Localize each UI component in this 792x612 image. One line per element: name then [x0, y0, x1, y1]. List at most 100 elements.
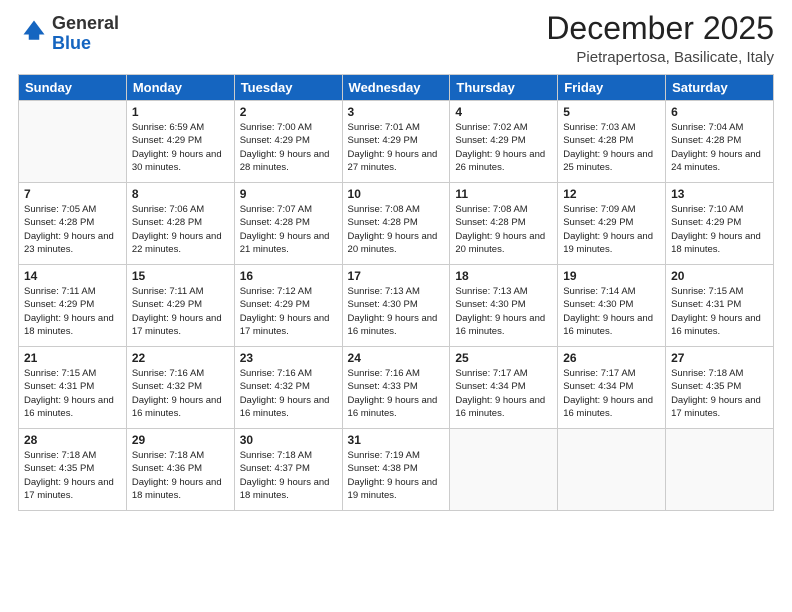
day-info: Sunrise: 7:08 AMSunset: 4:28 PMDaylight:…: [348, 204, 438, 255]
calendar-week-row: 1 Sunrise: 6:59 AMSunset: 4:29 PMDayligh…: [19, 101, 774, 183]
day-number: 5: [563, 105, 660, 119]
table-row: [450, 429, 558, 511]
table-row: 28 Sunrise: 7:18 AMSunset: 4:35 PMDaylig…: [19, 429, 127, 511]
day-number: 18: [455, 269, 552, 283]
header: General Blue December 2025 Pietrapertosa…: [18, 10, 774, 66]
day-info: Sunrise: 7:03 AMSunset: 4:28 PMDaylight:…: [563, 122, 653, 173]
day-number: 29: [132, 433, 229, 447]
day-number: 4: [455, 105, 552, 119]
day-info: Sunrise: 7:00 AMSunset: 4:29 PMDaylight:…: [240, 122, 330, 173]
page: General Blue December 2025 Pietrapertosa…: [0, 0, 792, 612]
day-number: 31: [348, 433, 445, 447]
day-info: Sunrise: 7:05 AMSunset: 4:28 PMDaylight:…: [24, 204, 114, 255]
day-number: 2: [240, 105, 337, 119]
day-info: Sunrise: 7:16 AMSunset: 4:33 PMDaylight:…: [348, 368, 438, 419]
day-number: 21: [24, 351, 121, 365]
day-number: 1: [132, 105, 229, 119]
day-number: 7: [24, 187, 121, 201]
logo-text: General Blue: [52, 14, 119, 54]
day-info: Sunrise: 7:17 AMSunset: 4:34 PMDaylight:…: [455, 368, 545, 419]
day-number: 15: [132, 269, 229, 283]
col-thursday: Thursday: [450, 75, 558, 101]
calendar-week-row: 28 Sunrise: 7:18 AMSunset: 4:35 PMDaylig…: [19, 429, 774, 511]
day-number: 9: [240, 187, 337, 201]
day-number: 27: [671, 351, 768, 365]
logo: General Blue: [18, 14, 119, 54]
day-info: Sunrise: 7:16 AMSunset: 4:32 PMDaylight:…: [132, 368, 222, 419]
table-row: 26 Sunrise: 7:17 AMSunset: 4:34 PMDaylig…: [558, 347, 666, 429]
day-number: 20: [671, 269, 768, 283]
day-number: 6: [671, 105, 768, 119]
table-row: 31 Sunrise: 7:19 AMSunset: 4:38 PMDaylig…: [342, 429, 450, 511]
table-row: 29 Sunrise: 7:18 AMSunset: 4:36 PMDaylig…: [126, 429, 234, 511]
table-row: 1 Sunrise: 6:59 AMSunset: 4:29 PMDayligh…: [126, 101, 234, 183]
calendar-week-row: 7 Sunrise: 7:05 AMSunset: 4:28 PMDayligh…: [19, 183, 774, 265]
day-info: Sunrise: 7:14 AMSunset: 4:30 PMDaylight:…: [563, 286, 653, 337]
table-row: 8 Sunrise: 7:06 AMSunset: 4:28 PMDayligh…: [126, 183, 234, 265]
table-row: [558, 429, 666, 511]
table-row: 30 Sunrise: 7:18 AMSunset: 4:37 PMDaylig…: [234, 429, 342, 511]
day-info: Sunrise: 7:01 AMSunset: 4:29 PMDaylight:…: [348, 122, 438, 173]
day-info: Sunrise: 7:17 AMSunset: 4:34 PMDaylight:…: [563, 368, 653, 419]
day-number: 12: [563, 187, 660, 201]
table-row: [666, 429, 774, 511]
calendar-week-row: 21 Sunrise: 7:15 AMSunset: 4:31 PMDaylig…: [19, 347, 774, 429]
calendar-week-row: 14 Sunrise: 7:11 AMSunset: 4:29 PMDaylig…: [19, 265, 774, 347]
table-row: 11 Sunrise: 7:08 AMSunset: 4:28 PMDaylig…: [450, 183, 558, 265]
day-number: 28: [24, 433, 121, 447]
day-info: Sunrise: 7:18 AMSunset: 4:36 PMDaylight:…: [132, 450, 222, 501]
day-number: 16: [240, 269, 337, 283]
table-row: 6 Sunrise: 7:04 AMSunset: 4:28 PMDayligh…: [666, 101, 774, 183]
table-row: 12 Sunrise: 7:09 AMSunset: 4:29 PMDaylig…: [558, 183, 666, 265]
location-title: Pietrapertosa, Basilicate, Italy: [546, 49, 774, 66]
table-row: 24 Sunrise: 7:16 AMSunset: 4:33 PMDaylig…: [342, 347, 450, 429]
day-number: 10: [348, 187, 445, 201]
day-info: Sunrise: 7:15 AMSunset: 4:31 PMDaylight:…: [671, 286, 761, 337]
day-info: Sunrise: 7:09 AMSunset: 4:29 PMDaylight:…: [563, 204, 653, 255]
table-row: 5 Sunrise: 7:03 AMSunset: 4:28 PMDayligh…: [558, 101, 666, 183]
day-info: Sunrise: 7:13 AMSunset: 4:30 PMDaylight:…: [455, 286, 545, 337]
day-info: Sunrise: 7:12 AMSunset: 4:29 PMDaylight:…: [240, 286, 330, 337]
calendar-table: Sunday Monday Tuesday Wednesday Thursday…: [18, 74, 774, 511]
table-row: 9 Sunrise: 7:07 AMSunset: 4:28 PMDayligh…: [234, 183, 342, 265]
table-row: 27 Sunrise: 7:18 AMSunset: 4:35 PMDaylig…: [666, 347, 774, 429]
day-info: Sunrise: 7:18 AMSunset: 4:37 PMDaylight:…: [240, 450, 330, 501]
col-saturday: Saturday: [666, 75, 774, 101]
title-block: December 2025 Pietrapertosa, Basilicate,…: [546, 10, 774, 66]
table-row: [19, 101, 127, 183]
day-number: 8: [132, 187, 229, 201]
day-info: Sunrise: 7:19 AMSunset: 4:38 PMDaylight:…: [348, 450, 438, 501]
table-row: 19 Sunrise: 7:14 AMSunset: 4:30 PMDaylig…: [558, 265, 666, 347]
day-number: 13: [671, 187, 768, 201]
day-info: Sunrise: 7:10 AMSunset: 4:29 PMDaylight:…: [671, 204, 761, 255]
day-info: Sunrise: 7:04 AMSunset: 4:28 PMDaylight:…: [671, 122, 761, 173]
day-info: Sunrise: 7:11 AMSunset: 4:29 PMDaylight:…: [132, 286, 222, 337]
table-row: 23 Sunrise: 7:16 AMSunset: 4:32 PMDaylig…: [234, 347, 342, 429]
month-title: December 2025: [546, 10, 774, 47]
day-info: Sunrise: 7:06 AMSunset: 4:28 PMDaylight:…: [132, 204, 222, 255]
table-row: 3 Sunrise: 7:01 AMSunset: 4:29 PMDayligh…: [342, 101, 450, 183]
day-number: 24: [348, 351, 445, 365]
day-info: Sunrise: 6:59 AMSunset: 4:29 PMDaylight:…: [132, 122, 222, 173]
table-row: 25 Sunrise: 7:17 AMSunset: 4:34 PMDaylig…: [450, 347, 558, 429]
day-number: 23: [240, 351, 337, 365]
day-number: 14: [24, 269, 121, 283]
col-monday: Monday: [126, 75, 234, 101]
table-row: 10 Sunrise: 7:08 AMSunset: 4:28 PMDaylig…: [342, 183, 450, 265]
col-tuesday: Tuesday: [234, 75, 342, 101]
table-row: 21 Sunrise: 7:15 AMSunset: 4:31 PMDaylig…: [19, 347, 127, 429]
day-info: Sunrise: 7:02 AMSunset: 4:29 PMDaylight:…: [455, 122, 545, 173]
col-sunday: Sunday: [19, 75, 127, 101]
day-number: 22: [132, 351, 229, 365]
day-number: 26: [563, 351, 660, 365]
logo-icon: [20, 17, 48, 45]
day-info: Sunrise: 7:11 AMSunset: 4:29 PMDaylight:…: [24, 286, 114, 337]
day-info: Sunrise: 7:18 AMSunset: 4:35 PMDaylight:…: [671, 368, 761, 419]
table-row: 14 Sunrise: 7:11 AMSunset: 4:29 PMDaylig…: [19, 265, 127, 347]
table-row: 13 Sunrise: 7:10 AMSunset: 4:29 PMDaylig…: [666, 183, 774, 265]
day-info: Sunrise: 7:07 AMSunset: 4:28 PMDaylight:…: [240, 204, 330, 255]
table-row: 17 Sunrise: 7:13 AMSunset: 4:30 PMDaylig…: [342, 265, 450, 347]
day-info: Sunrise: 7:15 AMSunset: 4:31 PMDaylight:…: [24, 368, 114, 419]
table-row: 15 Sunrise: 7:11 AMSunset: 4:29 PMDaylig…: [126, 265, 234, 347]
day-info: Sunrise: 7:08 AMSunset: 4:28 PMDaylight:…: [455, 204, 545, 255]
